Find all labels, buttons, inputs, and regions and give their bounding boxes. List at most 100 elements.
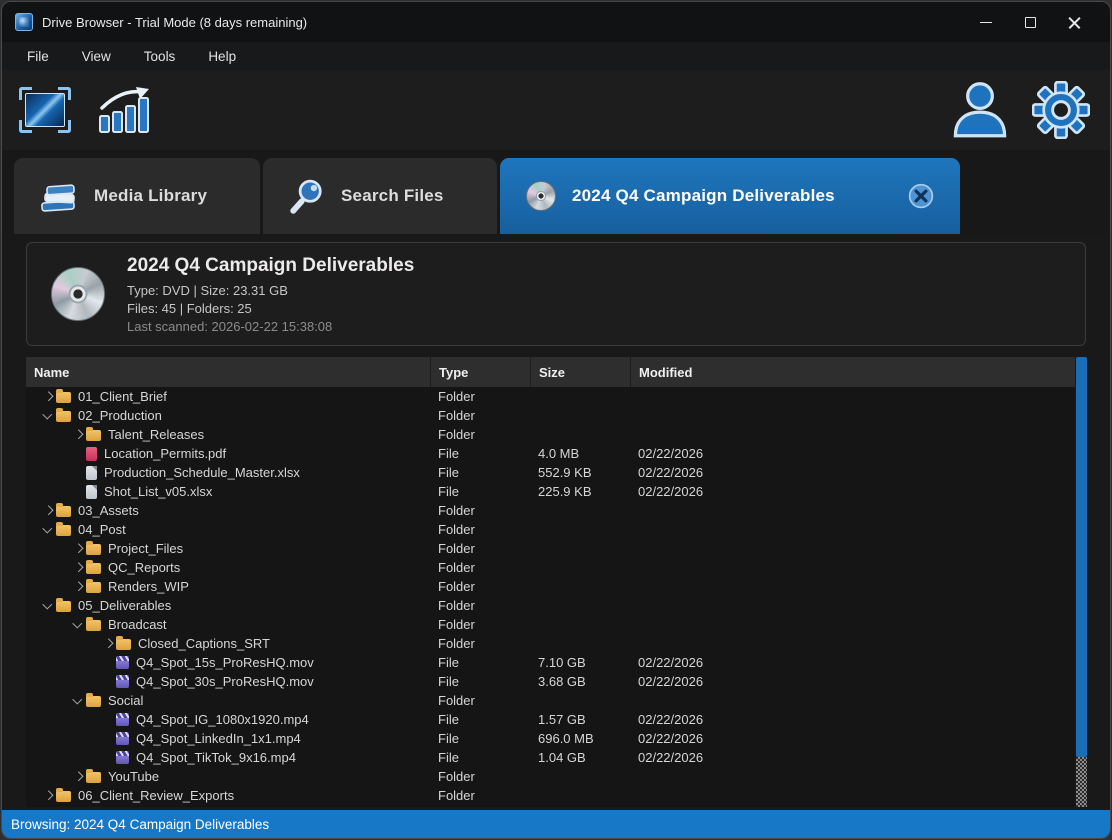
- table-row[interactable]: Production_Schedule_Master.xlsxFile552.9…: [26, 463, 1088, 482]
- entry-size: 3.68 GB: [530, 674, 630, 689]
- chevron-right-icon[interactable]: [40, 390, 56, 404]
- table-row[interactable]: Q4_Spot_LinkedIn_1x1.mp4File696.0 MB02/2…: [26, 729, 1088, 748]
- tab-label: Search Files: [341, 186, 444, 206]
- entry-type: Folder: [430, 427, 530, 442]
- maximize-button[interactable]: [1008, 7, 1052, 37]
- tab-campaign-deliverables[interactable]: 2024 Q4 Campaign Deliverables: [500, 158, 960, 234]
- chevron-right-icon[interactable]: [70, 542, 86, 556]
- cell-name: QC_Reports: [26, 560, 430, 575]
- table-row[interactable]: Renders_WIPFolder: [26, 577, 1088, 596]
- entry-name: Q4_Spot_15s_ProResHQ.mov: [136, 655, 314, 670]
- column-header-name[interactable]: Name: [26, 357, 430, 387]
- entry-name: 03_Assets: [78, 503, 139, 518]
- table-row[interactable]: Shot_List_v05.xlsxFile225.9 KB02/22/2026: [26, 482, 1088, 501]
- tab-close-button[interactable]: [908, 183, 934, 209]
- entry-modified: 02/22/2026: [630, 655, 1088, 670]
- user-account-button[interactable]: [952, 80, 1008, 140]
- cell-name: Location_Permits.pdf: [26, 446, 430, 461]
- tab-search-files[interactable]: Search Files: [263, 158, 497, 234]
- column-header-modified[interactable]: Modified: [630, 357, 1088, 387]
- settings-button[interactable]: [1032, 81, 1090, 139]
- table-row[interactable]: BroadcastFolder: [26, 615, 1088, 634]
- column-header-type[interactable]: Type: [430, 357, 530, 387]
- table-row[interactable]: 05_DeliverablesFolder: [26, 596, 1088, 615]
- table-row[interactable]: Closed_Captions_SRTFolder: [26, 634, 1088, 653]
- entry-name: Project_Files: [108, 541, 183, 556]
- chevron-down-icon[interactable]: [40, 599, 56, 613]
- tab-media-library[interactable]: Media Library: [14, 158, 260, 234]
- statusbar: Browsing: 2024 Q4 Campaign Deliverables: [2, 810, 1110, 838]
- chevron-right-icon[interactable]: [70, 770, 86, 784]
- table-row[interactable]: SocialFolder: [26, 691, 1088, 710]
- chevron-right-icon[interactable]: [70, 428, 86, 442]
- statistics-button[interactable]: [97, 85, 153, 135]
- status-text: Browsing: 2024 Q4 Campaign Deliverables: [11, 817, 269, 832]
- entry-modified: 02/22/2026: [630, 674, 1088, 689]
- table-row[interactable]: Talent_Releases Folder: [26, 425, 1088, 444]
- table-row[interactable]: Project_FilesFolder: [26, 539, 1088, 558]
- table-row[interactable]: 06_Client_Review_ExportsFolder: [26, 786, 1088, 805]
- cell-name: Talent_Releases: [26, 427, 430, 442]
- scan-drive-icon: [19, 87, 71, 133]
- menu-help[interactable]: Help: [208, 49, 236, 64]
- chevron-right-icon[interactable]: [70, 561, 86, 575]
- folder-icon: [86, 772, 101, 783]
- scrollbar-thumb[interactable]: [1076, 357, 1087, 757]
- table-row[interactable]: Location_Permits.pdfFile4.0 MB02/22/2026: [26, 444, 1088, 463]
- cell-name: Q4_Spot_IG_1080x1920.mp4: [26, 712, 430, 727]
- entry-name: QC_Reports: [108, 560, 180, 575]
- minimize-button[interactable]: [964, 7, 1008, 37]
- entry-modified: 02/22/2026: [630, 484, 1088, 499]
- cell-name: 04_Post: [26, 522, 430, 537]
- chevron-right-icon[interactable]: [70, 580, 86, 594]
- toolbar-left-group: [19, 85, 153, 135]
- content-area: 2024 Q4 Campaign Deliverables Type: DVD …: [2, 234, 1110, 810]
- tabstrip: Media Library Search Files 2024 Q4 Campa…: [2, 150, 1110, 234]
- books-icon: [40, 180, 78, 212]
- cell-name: Closed_Captions_SRT: [26, 636, 430, 651]
- magnifier-icon: [289, 178, 325, 214]
- table-row[interactable]: Q4_Spot_TikTok_9x16.mp4File1.04 GB02/22/…: [26, 748, 1088, 767]
- menu-file[interactable]: File: [27, 49, 49, 64]
- vertical-scrollbar[interactable]: [1075, 357, 1088, 807]
- chevron-placeholder: [70, 485, 86, 499]
- menu-view[interactable]: View: [82, 49, 111, 64]
- chevron-down-icon[interactable]: [40, 409, 56, 423]
- cell-name: Q4_Spot_30s_ProResHQ.mov: [26, 674, 430, 689]
- doc-icon: [86, 466, 97, 480]
- table-row[interactable]: 02_ProductionFolder: [26, 406, 1088, 425]
- table-row[interactable]: 01_Client_BriefFolder: [26, 387, 1088, 406]
- cell-name: Production_Schedule_Master.xlsx: [26, 465, 430, 480]
- chevron-down-icon[interactable]: [70, 618, 86, 632]
- entry-modified: 02/22/2026: [630, 731, 1088, 746]
- entry-size: 696.0 MB: [530, 731, 630, 746]
- entry-name: Broadcast: [108, 617, 167, 632]
- menu-tools[interactable]: Tools: [144, 49, 176, 64]
- chevron-down-icon[interactable]: [70, 694, 86, 708]
- chevron-right-icon[interactable]: [100, 637, 116, 651]
- column-header-size[interactable]: Size: [530, 357, 630, 387]
- scan-drive-button[interactable]: [19, 87, 71, 133]
- table-row[interactable]: 04_PostFolder: [26, 520, 1088, 539]
- cell-name: 02_Production: [26, 408, 430, 423]
- chevron-right-icon[interactable]: [40, 504, 56, 518]
- chevron-right-icon[interactable]: [40, 789, 56, 803]
- titlebar: Drive Browser - Trial Mode (8 days remai…: [2, 2, 1110, 42]
- close-button[interactable]: [1052, 7, 1096, 37]
- video-icon: [116, 656, 129, 669]
- table-row[interactable]: QC_ReportsFolder: [26, 558, 1088, 577]
- table-row[interactable]: Q4_Spot_15s_ProResHQ.movFile7.10 GB02/22…: [26, 653, 1088, 672]
- chevron-placeholder: [70, 447, 86, 461]
- scrollbar-track-pattern: [1076, 757, 1087, 807]
- toolbar-right-group: [952, 80, 1090, 140]
- video-icon: [116, 732, 129, 745]
- entry-size: 7.10 GB: [530, 655, 630, 670]
- toolbar: [2, 70, 1110, 150]
- tab-label: Media Library: [94, 186, 207, 206]
- table-row[interactable]: YouTubeFolder: [26, 767, 1088, 786]
- table-row[interactable]: Q4_Spot_30s_ProResHQ.movFile3.68 GB02/22…: [26, 672, 1088, 691]
- table-row[interactable]: Q4_Spot_IG_1080x1920.mp4File1.57 GB02/22…: [26, 710, 1088, 729]
- entry-name: Talent_Releases: [108, 427, 204, 442]
- table-row[interactable]: 03_AssetsFolder: [26, 501, 1088, 520]
- chevron-down-icon[interactable]: [40, 523, 56, 537]
